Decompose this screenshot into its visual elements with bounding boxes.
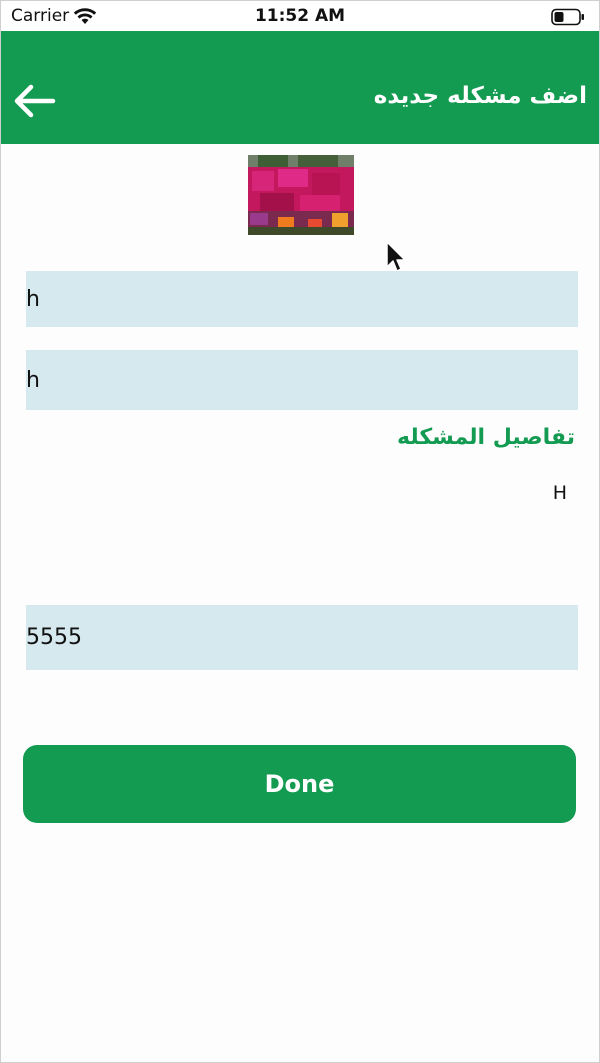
screen: Carrier 11:52 AM اضف مشكله جديده h h تفا… xyxy=(0,0,600,1063)
details-textarea[interactable]: H xyxy=(27,482,567,504)
mouse-pointer-icon xyxy=(385,241,409,275)
clock: 11:52 AM xyxy=(254,6,346,26)
arrow-left-icon xyxy=(14,84,56,118)
details-label: تفاصيل المشكله xyxy=(397,425,575,450)
status-bar: Carrier 11:52 AM xyxy=(1,1,599,31)
number-field[interactable] xyxy=(26,605,578,670)
back-button[interactable] xyxy=(9,79,59,123)
problem-title-field[interactable] xyxy=(26,271,578,327)
page-title: اضف مشكله جديده xyxy=(373,83,587,109)
problem-photo[interactable] xyxy=(248,155,354,235)
done-button[interactable]: Done xyxy=(23,745,576,823)
battery-icon xyxy=(551,8,585,26)
app-bar: اضف مشكله جديده xyxy=(1,31,599,144)
problem-subtitle-field[interactable] xyxy=(26,350,578,410)
